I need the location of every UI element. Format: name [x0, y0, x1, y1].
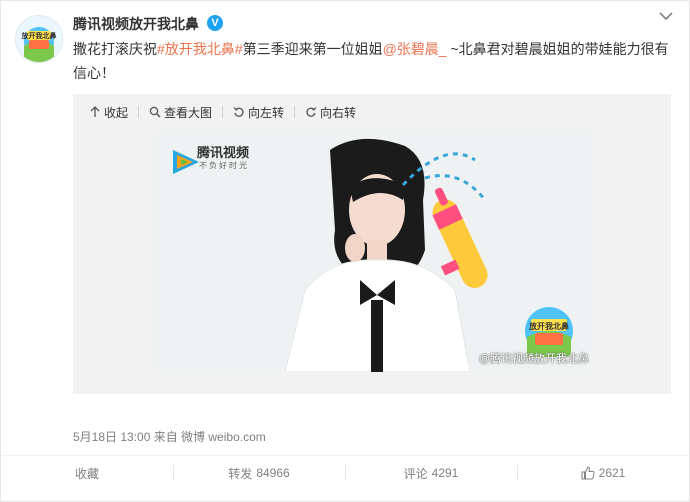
- media-toolbar: 收起 查看大图 向左转 向右转: [73, 94, 671, 130]
- favorite-label: 收藏: [74, 466, 99, 481]
- rotate-right-icon: [306, 107, 317, 117]
- comment-button[interactable]: 评论 4291: [345, 456, 517, 490]
- collapse-button[interactable]: 收起: [87, 104, 130, 121]
- repost-label: 转发: [228, 466, 253, 481]
- post-text-part1: 撒花打滚庆祝: [73, 41, 157, 57]
- thumbs-up-icon: [581, 466, 595, 480]
- repost-count: 84966: [256, 466, 290, 480]
- arrow-up-icon: [90, 106, 100, 117]
- toolbar-divider: [222, 106, 224, 118]
- like-count: 2621: [598, 466, 626, 480]
- view-large-button[interactable]: 查看大图: [147, 104, 214, 121]
- rotate-right-button[interactable]: 向右转: [303, 104, 358, 121]
- media-expanded: 收起 查看大图 向左转 向右转 放开我北鼻 腾讯视频 不负好时光 @腾讯视频放开…: [73, 94, 671, 394]
- mention-link[interactable]: @张碧晨_: [383, 41, 447, 57]
- verified-icon: V: [207, 15, 223, 31]
- toolbar-divider: [138, 106, 140, 118]
- post-image[interactable]: 放开我北鼻 腾讯视频 不负好时光 @腾讯视频放开我北鼻: [155, 130, 595, 372]
- avatar-logo-text: 放开我北鼻: [21, 31, 57, 40]
- view-large-label: 查看大图: [164, 105, 213, 120]
- comment-label: 评论: [403, 466, 428, 481]
- photo-badge-text: 放开我北鼻: [528, 321, 569, 331]
- post-text: 撒花打滚庆祝#放开我北鼻#第三季迎来第一位姐姐@张碧晨_ ~北鼻君对碧晨姐姐的带…: [73, 37, 673, 85]
- image-watermark: @腾讯视频放开我北鼻: [478, 353, 589, 365]
- hashtag-link[interactable]: #放开我北鼻#: [157, 41, 243, 57]
- rotate-left-label: 向左转: [248, 105, 285, 120]
- post-meta: 5月18日 13:00 来自 微博 weibo.com: [73, 430, 266, 444]
- chevron-down-icon[interactable]: [659, 11, 673, 21]
- repost-button[interactable]: 转发 84966: [173, 456, 345, 490]
- comment-count: 4291: [431, 466, 459, 480]
- logo-subtitle: 不负好时光: [199, 161, 249, 170]
- rotate-left-button[interactable]: 向左转: [231, 104, 286, 121]
- collapse-label: 收起: [104, 105, 129, 120]
- weibo-post-card: 放开我北鼻 腾讯视频放开我北鼻 V 撒花打滚庆祝#放开我北鼻#第三季迎来第一位姐…: [0, 0, 690, 502]
- avatar[interactable]: 放开我北鼻: [15, 15, 63, 63]
- favorite-button[interactable]: 收藏: [1, 456, 173, 490]
- post-text-part2: 第三季迎来第一位姐姐: [242, 41, 383, 57]
- toolbar-divider: [294, 106, 296, 118]
- action-bar: 收藏 转发 84966 评论 4291 2621: [1, 455, 689, 490]
- rotate-left-icon: [233, 107, 244, 117]
- like-button[interactable]: 2621: [517, 456, 689, 490]
- logo-title: 腾讯视频: [197, 145, 250, 160]
- rotate-right-label: 向右转: [320, 105, 357, 120]
- author-name[interactable]: 腾讯视频放开我北鼻: [73, 14, 199, 34]
- search-icon: [149, 106, 161, 118]
